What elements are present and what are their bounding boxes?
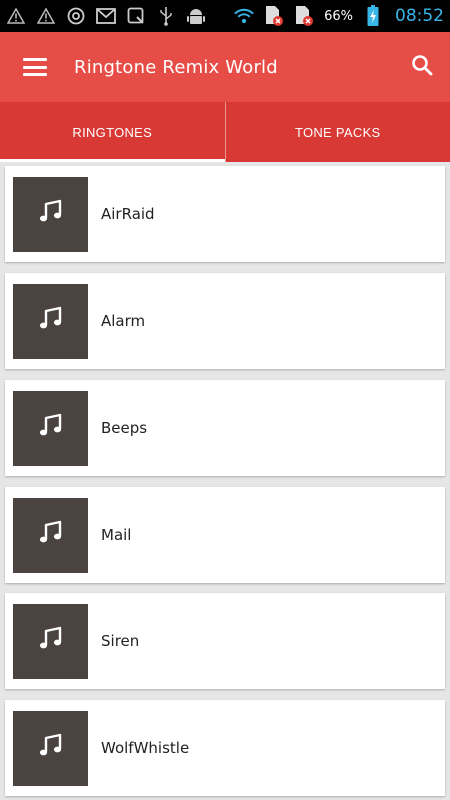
sim-no-signal-icon xyxy=(264,6,284,26)
android-debug-icon xyxy=(186,6,206,26)
ringtone-name: Beeps xyxy=(101,419,148,437)
list-item[interactable]: Mail xyxy=(5,487,445,583)
usb-icon xyxy=(156,6,176,26)
thumbnail xyxy=(13,497,88,573)
clock: 08:52 xyxy=(395,6,444,26)
thumbnail xyxy=(13,390,88,466)
music-note-icon xyxy=(38,626,64,656)
music-note-icon xyxy=(38,733,64,763)
list-item[interactable]: Beeps xyxy=(5,380,445,476)
warning-icon xyxy=(36,6,56,26)
battery-charging-icon xyxy=(363,5,383,26)
music-note-icon xyxy=(38,413,64,443)
music-note-icon xyxy=(38,306,64,336)
status-bar-left xyxy=(6,6,206,26)
app-bar: Ringtone Remix World xyxy=(0,32,450,102)
thumbnail xyxy=(13,283,88,359)
wifi-icon xyxy=(234,6,254,26)
ringtone-name: AirRaid xyxy=(101,205,155,223)
list-item[interactable]: Alarm xyxy=(5,273,445,369)
menu-icon xyxy=(23,58,47,76)
status-bar-right: 66% 08:52 xyxy=(234,5,444,26)
chrome-icon xyxy=(66,6,86,26)
tab-bar: RINGTONES TONE PACKS xyxy=(0,102,450,162)
ringtone-name: WolfWhistle xyxy=(101,739,190,757)
warning-icon xyxy=(6,6,26,26)
ringtone-name: Alarm xyxy=(101,312,146,330)
list-item[interactable]: WolfWhistle xyxy=(5,700,445,796)
menu-button[interactable] xyxy=(0,32,70,102)
battery-percent: 66% xyxy=(324,8,353,24)
music-note-icon xyxy=(38,520,64,550)
screenshot-icon xyxy=(126,6,146,26)
sim-no-signal-icon xyxy=(294,6,314,26)
thumbnail xyxy=(13,710,88,786)
ringtone-name: Mail xyxy=(101,526,132,544)
ringtone-list[interactable]: AirRaid Alarm Beeps Mail Siren WolfWhist… xyxy=(0,162,450,800)
search-icon xyxy=(411,54,433,80)
thumbnail xyxy=(13,176,88,252)
ringtone-name: Siren xyxy=(101,632,140,650)
music-note-icon xyxy=(38,199,64,229)
gmail-icon xyxy=(96,6,116,26)
app-title: Ringtone Remix World xyxy=(74,56,278,78)
list-item[interactable]: AirRaid xyxy=(5,166,445,262)
list-item[interactable]: Siren xyxy=(5,593,445,689)
search-button[interactable] xyxy=(394,32,450,102)
tab-tone-packs[interactable]: TONE PACKS xyxy=(224,102,450,162)
status-bar: 66% 08:52 xyxy=(0,0,450,32)
tab-ringtones[interactable]: RINGTONES xyxy=(0,102,225,162)
thumbnail xyxy=(13,603,88,679)
